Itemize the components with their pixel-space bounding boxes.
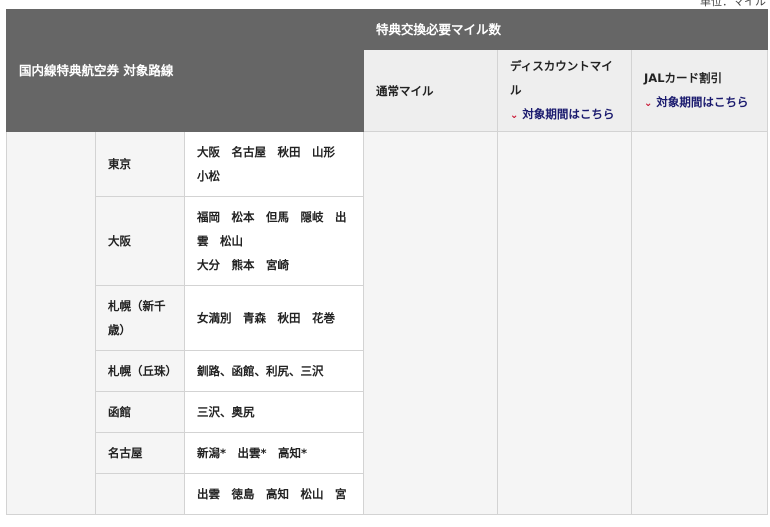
origin-cell: 東京	[95, 131, 185, 197]
origin-cell: 札幌（新千歳）	[95, 285, 185, 351]
destination-line: 大分 熊本 宮崎	[197, 258, 289, 272]
route-header: 国内線特典航空券 対象路線	[5, 9, 365, 132]
normal-miles-label: 通常マイル	[376, 83, 434, 98]
table-row: 東京 大阪 名古屋 秋田 山形 小松	[6, 131, 769, 515]
destinations-cell: 三沢、奥尻	[183, 391, 365, 433]
destination-line: 大阪 名古屋 秋田 山形	[197, 145, 335, 159]
award-miles-table: 国内線特典航空券 対象路線 特典交換必要マイル数 通常マイル ディスカウントマイ…	[5, 9, 769, 515]
destination-line: 雲 松山	[197, 234, 243, 248]
destination-line: 女満別 青森 秋田 花巻	[197, 311, 335, 325]
destinations-cell: 出雲 徳島 高知 松山 宮	[183, 473, 365, 515]
destination-line: 小松	[197, 169, 220, 183]
normal-miles-cell	[363, 131, 499, 515]
destination-line: 出雲 徳島 高知 松山 宮	[197, 487, 347, 501]
origin-cell	[95, 473, 185, 515]
jal-card-label: JALカード割引	[644, 70, 723, 85]
discount-period-link-label: 対象期間はこちら	[522, 106, 615, 121]
unit-note: 単位：マイル	[700, 0, 766, 8]
jal-period-link[interactable]: ⌄ 対象期間はこちら	[644, 90, 755, 116]
destinations-cell: 大阪 名古屋 秋田 山形 小松	[183, 131, 365, 197]
origin-cell: 大阪	[95, 196, 185, 286]
chevron-down-icon: ⌄	[510, 109, 519, 121]
jal-card-header: JALカード割引 ⌄ 対象期間はこちら	[631, 49, 769, 132]
destinations-cell: 釧路、函館、利尻、三沢	[183, 350, 365, 392]
destination-line: 新潟* 出雲* 高知*	[197, 446, 308, 460]
origin-cell: 札幌（丘珠）	[95, 350, 185, 392]
origin-cell: 名古屋	[95, 432, 185, 474]
chevron-down-icon: ⌄	[644, 97, 653, 109]
discount-miles-cell	[497, 131, 633, 515]
jal-card-miles-cell	[631, 131, 769, 515]
destinations-cell: 新潟* 出雲* 高知*	[183, 432, 365, 474]
required-miles-header: 特典交換必要マイル数	[363, 9, 769, 50]
discount-miles-header: ディスカウントマイル ⌄ 対象期間はこちら	[497, 49, 633, 132]
destinations-cell: 福岡 松本 但馬 隠岐 出 雲 松山 大分 熊本 宮崎	[183, 196, 365, 286]
discount-miles-label: ディスカウントマイル	[510, 58, 613, 97]
destinations-cell: 女満別 青森 秋田 花巻	[183, 285, 365, 351]
origin-cell: 函館	[95, 391, 185, 433]
region-cell	[6, 131, 96, 515]
discount-period-link[interactable]: ⌄ 対象期間はこちら	[510, 102, 619, 128]
destination-line: 福岡 松本 但馬 隠岐 出	[197, 210, 347, 224]
jal-period-link-label: 対象期間はこちら	[656, 94, 749, 109]
destination-line: 釧路、函館、利尻、三沢	[197, 364, 324, 378]
normal-miles-header: 通常マイル	[363, 49, 499, 132]
destination-line: 三沢、奥尻	[197, 405, 255, 419]
